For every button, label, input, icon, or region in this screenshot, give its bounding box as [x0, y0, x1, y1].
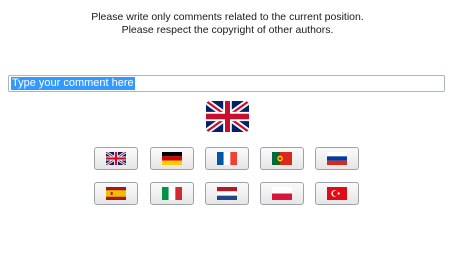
language-button-uk[interactable] [94, 147, 138, 170]
turkey-flag-icon [327, 187, 347, 200]
france-flag-icon [217, 152, 237, 165]
language-button-russian[interactable] [315, 147, 359, 170]
germany-flag-icon [162, 152, 182, 165]
italy-flag-icon [162, 187, 182, 200]
language-button-italian[interactable] [150, 182, 194, 205]
language-button-german[interactable] [150, 147, 194, 170]
notice-line-1: Please write only comments related to th… [91, 11, 364, 23]
comment-input-value: Type your comment here [11, 77, 135, 90]
russia-flag-icon [327, 152, 347, 165]
comment-input[interactable]: Type your comment here [8, 75, 445, 92]
notice-line-2: Please respect the copyright of other au… [121, 24, 334, 36]
language-button-turkish[interactable] [315, 182, 359, 205]
language-button-polish[interactable] [260, 182, 304, 205]
language-button-french[interactable] [205, 147, 249, 170]
uk-flag-icon [206, 101, 249, 132]
portugal-flag-icon [272, 152, 292, 165]
language-button-spanish[interactable] [94, 182, 138, 205]
netherlands-flag-icon [217, 187, 237, 200]
poland-flag-icon [272, 187, 292, 200]
notice-text: Please write only comments related to th… [0, 11, 455, 37]
language-button-dutch[interactable] [205, 182, 249, 205]
spain-flag-icon [106, 187, 126, 200]
language-button-portuguese[interactable] [260, 147, 304, 170]
selected-language-flag [206, 101, 249, 132]
uk-flag-icon [106, 152, 126, 165]
